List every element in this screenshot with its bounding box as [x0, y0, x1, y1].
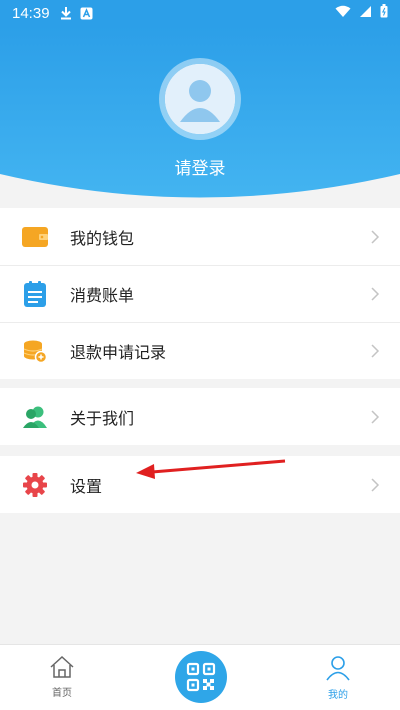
menu-item-wallet[interactable]: 我的钱包 — [0, 208, 400, 265]
nav-mine[interactable]: 我的 — [308, 655, 368, 701]
menu-label: 关于我们 — [70, 408, 135, 428]
menu-group-about: 关于我们 — [0, 388, 400, 445]
wallet-icon — [22, 224, 48, 250]
gear-icon — [22, 472, 48, 498]
menu-item-refund-records[interactable]: 退款申请记录 — [0, 322, 400, 379]
qr-code-icon — [186, 662, 216, 692]
menu-label: 消费账单 — [70, 285, 135, 305]
nav-qr-button[interactable] — [175, 651, 227, 703]
menu-label: 我的钱包 — [70, 228, 135, 248]
about-us-icon — [22, 404, 48, 430]
battery-icon — [380, 4, 388, 22]
chevron-right-icon — [371, 229, 380, 244]
menu-label: 退款申请记录 — [70, 342, 167, 362]
nav-mine-label: 我的 — [328, 690, 348, 701]
chevron-right-icon — [371, 409, 380, 424]
status-time: 14:39 — [12, 4, 50, 22]
bottom-nav: 首页 我的 — [0, 644, 400, 710]
wifi-icon — [335, 5, 351, 22]
user-avatar-icon — [165, 64, 235, 134]
home-icon — [50, 655, 74, 678]
annotation-arrow — [136, 459, 286, 479]
avatar-ring[interactable] — [159, 58, 241, 140]
menu-group-account: 我的钱包 消费账单 退款申请记录 — [0, 208, 400, 379]
status-right — [335, 4, 388, 22]
signal-icon — [359, 5, 372, 22]
chevron-right-icon — [371, 286, 380, 301]
menu-item-bills[interactable]: 消费账单 — [0, 265, 400, 322]
nav-home-label: 首页 — [52, 688, 72, 699]
menu-item-about-us[interactable]: 关于我们 — [0, 388, 400, 445]
download-icon — [60, 6, 72, 20]
a-badge-icon — [80, 7, 93, 20]
refund-icon — [22, 338, 48, 364]
profile-header: 请登录 — [0, 26, 400, 206]
user-icon — [326, 656, 350, 681]
login-prompt[interactable]: 请登录 — [0, 154, 400, 179]
bill-icon — [22, 280, 48, 307]
chevron-right-icon — [371, 477, 380, 492]
nav-home[interactable]: 首页 — [32, 655, 92, 699]
status-bar: 14:39 — [0, 0, 400, 26]
chevron-right-icon — [371, 343, 380, 358]
